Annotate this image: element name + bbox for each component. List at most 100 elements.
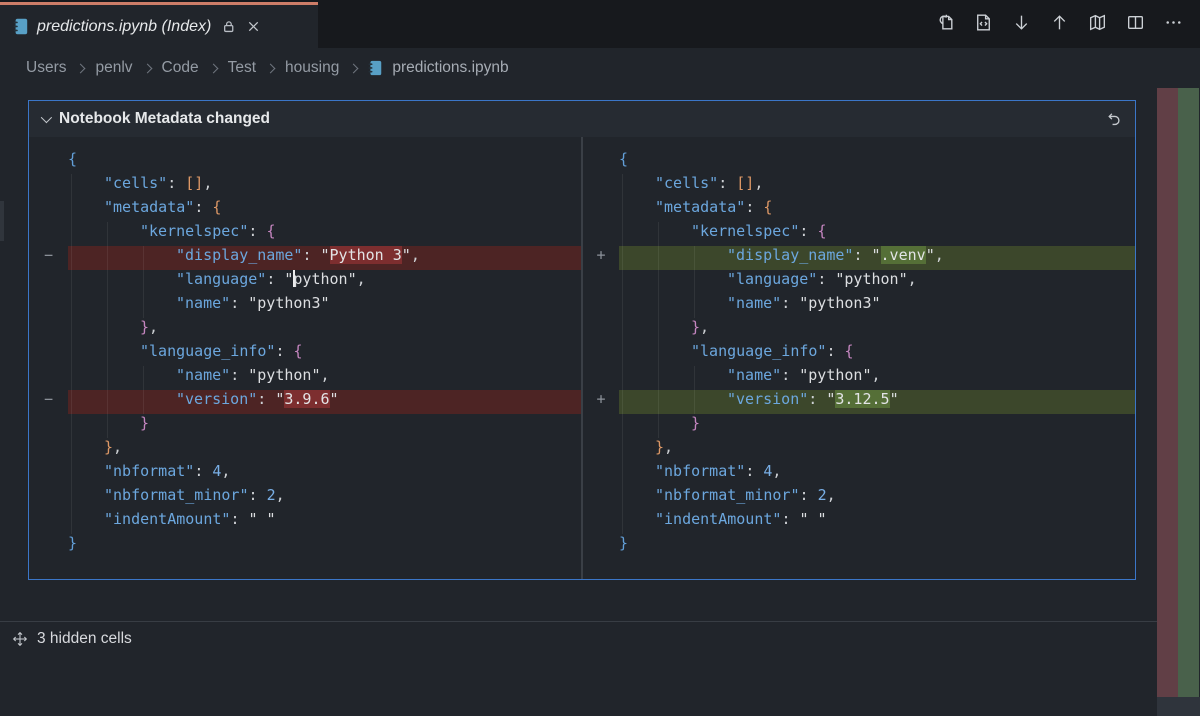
split-editor-button[interactable] bbox=[1125, 12, 1146, 33]
code-line[interactable]: } bbox=[68, 414, 581, 438]
diff-change-sign bbox=[29, 510, 68, 534]
indent-guide bbox=[622, 342, 623, 366]
code-line[interactable]: "language": "python", bbox=[68, 270, 581, 294]
indent-guide bbox=[107, 342, 108, 366]
indent-guide bbox=[71, 174, 72, 198]
code-line[interactable]: "version": "3.12.5" bbox=[619, 390, 1135, 414]
diff-change-sign: − bbox=[29, 246, 68, 270]
indent-guide bbox=[71, 270, 72, 294]
indent-guide bbox=[71, 510, 72, 534]
code-line[interactable]: "kernelspec": { bbox=[68, 222, 581, 246]
code-line[interactable]: "name": "python3" bbox=[68, 294, 581, 318]
chevron-down-icon bbox=[41, 112, 52, 123]
indent-guide bbox=[694, 270, 695, 294]
code-line[interactable]: "nbformat_minor": 2, bbox=[68, 486, 581, 510]
indent-guide bbox=[622, 366, 623, 390]
code-line[interactable]: }, bbox=[619, 438, 1135, 462]
code-line[interactable]: } bbox=[619, 414, 1135, 438]
hidden-cells-label: 3 hidden cells bbox=[37, 630, 132, 648]
code-line[interactable]: "version": "3.9.6" bbox=[68, 390, 581, 414]
code-line[interactable]: }, bbox=[68, 438, 581, 462]
code-line[interactable]: } bbox=[68, 534, 581, 558]
code-line[interactable]: "indentAmount": " " bbox=[68, 510, 581, 534]
code-line[interactable]: "language_info": { bbox=[619, 342, 1135, 366]
breadcrumb-item-penlv[interactable]: penlv bbox=[95, 59, 132, 77]
breadcrumb-item-housing[interactable]: housing bbox=[285, 59, 339, 77]
code-line[interactable]: { bbox=[68, 150, 581, 174]
indent-guide bbox=[71, 294, 72, 318]
open-source-file-button[interactable] bbox=[973, 12, 994, 33]
diff-panel-title: Notebook Metadata changed bbox=[59, 110, 270, 128]
indent-guide bbox=[107, 270, 108, 294]
more-actions-button[interactable] bbox=[1163, 12, 1184, 33]
file-code-icon bbox=[973, 12, 994, 33]
code-line[interactable]: "nbformat": 4, bbox=[619, 462, 1135, 486]
code-line[interactable]: "language": "python", bbox=[619, 270, 1135, 294]
indent-guide bbox=[107, 222, 108, 246]
indent-guide bbox=[622, 270, 623, 294]
code-line[interactable]: "cells": [], bbox=[619, 174, 1135, 198]
code-line[interactable]: "name": "python", bbox=[619, 366, 1135, 390]
indent-guide bbox=[107, 246, 108, 270]
code-line[interactable]: "kernelspec": { bbox=[619, 222, 1135, 246]
breadcrumb-item-code[interactable]: Code bbox=[162, 59, 199, 77]
diff-change-sign bbox=[583, 510, 619, 534]
diff-panel-header[interactable]: Notebook Metadata changed bbox=[29, 101, 1135, 137]
indent-guide bbox=[658, 222, 659, 246]
tab-predictions-ipynb[interactable]: predictions.ipynb (Index) bbox=[0, 2, 318, 48]
indent-guide bbox=[71, 318, 72, 342]
diff-change-sign bbox=[29, 270, 68, 294]
previous-change-button[interactable] bbox=[1049, 12, 1070, 33]
revert-metadata-button[interactable] bbox=[1102, 108, 1125, 131]
breadcrumb-item-test[interactable]: Test bbox=[228, 59, 256, 77]
indent-guide bbox=[143, 270, 144, 294]
indent-guide bbox=[658, 390, 659, 414]
diff-code-modified[interactable]: {"cells": [],"metadata": {"kernelspec": … bbox=[619, 137, 1135, 579]
diff-change-sign bbox=[583, 294, 619, 318]
next-change-button[interactable] bbox=[1011, 12, 1032, 33]
indent-guide bbox=[143, 294, 144, 318]
code-line[interactable]: "name": "python", bbox=[68, 366, 581, 390]
code-line[interactable]: "metadata": { bbox=[619, 198, 1135, 222]
diff-change-sign bbox=[29, 366, 68, 390]
map-view-button[interactable] bbox=[1087, 12, 1108, 33]
close-tab-button[interactable] bbox=[246, 19, 261, 34]
code-line[interactable]: "cells": [], bbox=[68, 174, 581, 198]
chevron-right-icon bbox=[266, 63, 276, 73]
code-line[interactable]: }, bbox=[619, 318, 1135, 342]
split-editor-icon bbox=[1125, 12, 1146, 33]
code-line[interactable]: "language_info": { bbox=[68, 342, 581, 366]
code-line[interactable]: "indentAmount": " " bbox=[619, 510, 1135, 534]
hidden-cells-row[interactable]: 3 hidden cells bbox=[0, 621, 1168, 656]
code-line[interactable]: "nbformat_minor": 2, bbox=[619, 486, 1135, 510]
indent-guide bbox=[622, 510, 623, 534]
diff-change-sign bbox=[29, 174, 68, 198]
code-line[interactable]: "display_name": ".venv", bbox=[619, 246, 1135, 270]
indent-guide bbox=[622, 414, 623, 438]
diff-change-sign bbox=[583, 438, 619, 462]
indent-guide bbox=[622, 246, 623, 270]
code-line[interactable]: { bbox=[619, 150, 1135, 174]
breadcrumb-item-users[interactable]: Users bbox=[26, 59, 66, 77]
indent-guide bbox=[71, 414, 72, 438]
code-line[interactable]: "nbformat": 4, bbox=[68, 462, 581, 486]
code-line[interactable]: } bbox=[619, 534, 1135, 558]
code-line[interactable]: "display_name": "Python 3", bbox=[68, 246, 581, 270]
indent-guide bbox=[622, 486, 623, 510]
diff-change-sign bbox=[29, 150, 68, 174]
editor-toolbar bbox=[935, 12, 1184, 33]
breadcrumb-item-file[interactable]: predictions.ipynb bbox=[392, 59, 508, 77]
diff-code-original[interactable]: {"cells": [],"metadata": {"kernelspec": … bbox=[68, 137, 581, 579]
code-line[interactable]: }, bbox=[68, 318, 581, 342]
diff-gutter-modified: ++ bbox=[583, 137, 619, 579]
diff-change-sign bbox=[29, 486, 68, 510]
vscode-window: predictions.ipynb (Index) bbox=[0, 0, 1200, 716]
indent-guide bbox=[658, 246, 659, 270]
indent-guide bbox=[622, 318, 623, 342]
diff-change-sign bbox=[583, 486, 619, 510]
revert-file-button[interactable] bbox=[935, 12, 956, 33]
chevron-right-icon bbox=[76, 63, 86, 73]
code-line[interactable]: "name": "python3" bbox=[619, 294, 1135, 318]
code-line[interactable]: "metadata": { bbox=[68, 198, 581, 222]
revert-file-icon bbox=[935, 12, 956, 33]
